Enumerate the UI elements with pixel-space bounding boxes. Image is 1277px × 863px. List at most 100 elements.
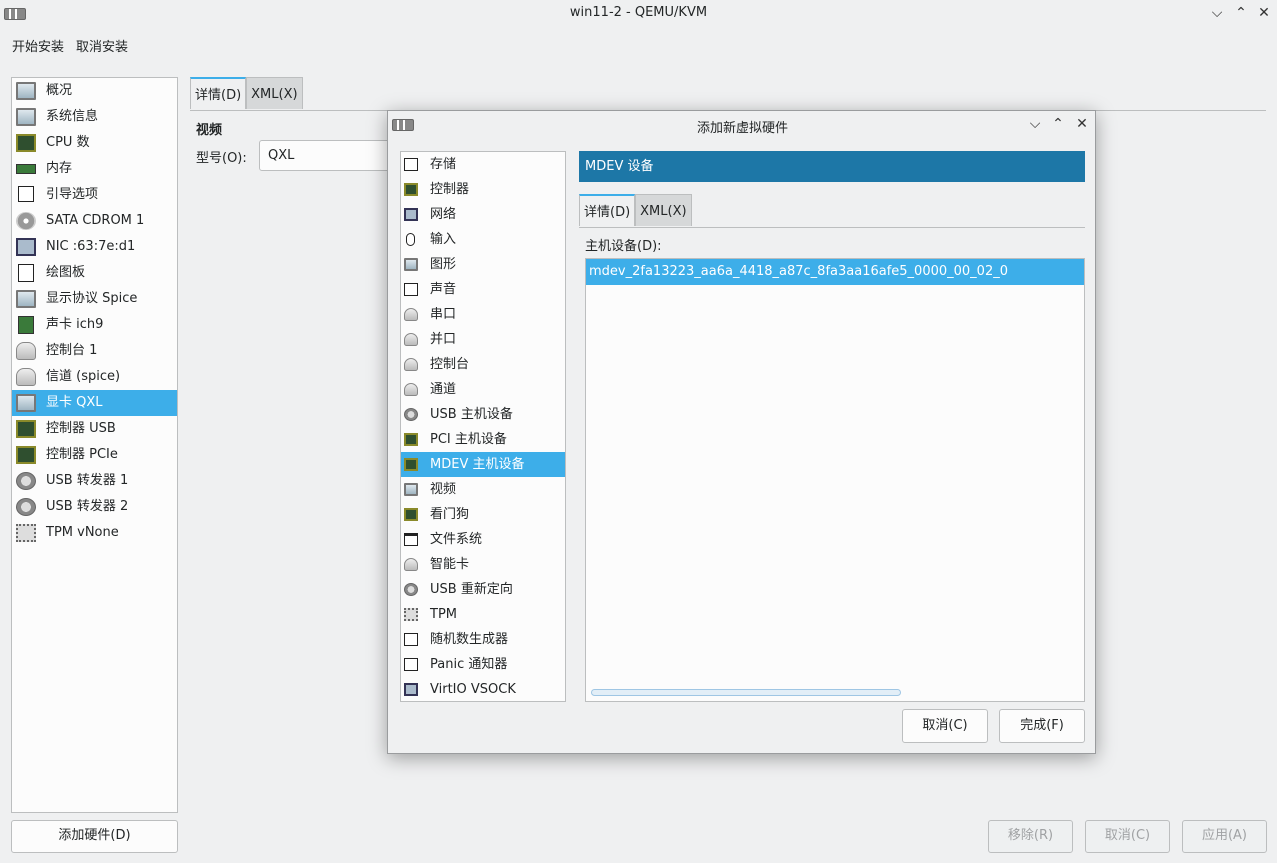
tablet-icon xyxy=(18,264,34,282)
folder-icon xyxy=(404,533,418,546)
dialog-title: 添加新虚拟硬件 xyxy=(696,121,788,136)
model-select[interactable]: QXL xyxy=(259,140,399,171)
hw-item-tpm[interactable]: TPM vNone xyxy=(12,520,177,546)
device-item-usb-redirect[interactable]: USB 重新定向 xyxy=(401,577,565,602)
mdev-icon xyxy=(404,458,418,471)
device-item-smartcard[interactable]: 智能卡 xyxy=(401,552,565,577)
hw-item-cdrom[interactable]: SATA CDROM 1 xyxy=(12,208,177,234)
smartcard-icon xyxy=(404,558,418,571)
serial-icon xyxy=(16,342,36,360)
tpm-icon xyxy=(16,524,36,542)
hw-item-memory[interactable]: 内存 xyxy=(12,156,177,182)
remove-button[interactable]: 移除(R) xyxy=(988,820,1073,853)
menu-cancel-install[interactable]: 取消安装 xyxy=(76,36,128,60)
device-item-input[interactable]: 输入 xyxy=(401,227,565,252)
device-item-pci-host[interactable]: PCI 主机设备 xyxy=(401,427,565,452)
channel-icon xyxy=(404,383,418,396)
hw-item-tablet[interactable]: 绘图板 xyxy=(12,260,177,286)
video-icon xyxy=(16,394,36,412)
dialog-close-icon[interactable]: ✕ xyxy=(1072,114,1092,134)
hw-item-overview[interactable]: 概况 xyxy=(12,78,177,104)
sound-icon xyxy=(404,283,418,296)
controller-icon xyxy=(404,183,418,196)
device-item-network[interactable]: 网络 xyxy=(401,202,565,227)
device-item-filesystem[interactable]: 文件系统 xyxy=(401,527,565,552)
menu-bar: 开始安装 取消安装 xyxy=(0,36,134,60)
device-item-storage[interactable]: 存储 xyxy=(401,152,565,177)
minimize-icon[interactable]: ⌵ xyxy=(1207,3,1227,23)
model-label: 型号(O): xyxy=(196,151,247,166)
pci-icon xyxy=(404,433,418,446)
tab-xml[interactable]: XML(X) xyxy=(246,77,303,109)
dialog-finish-button[interactable]: 完成(F) xyxy=(999,709,1085,743)
device-item-video[interactable]: 视频 xyxy=(401,477,565,502)
device-item-console[interactable]: 控制台 xyxy=(401,352,565,377)
network-icon xyxy=(16,238,36,256)
boot-icon xyxy=(18,186,34,202)
device-item-serial[interactable]: 串口 xyxy=(401,302,565,327)
dialog-tab-xml[interactable]: XML(X) xyxy=(635,194,692,226)
cdrom-icon xyxy=(16,212,36,230)
dialog-maximize-icon[interactable]: ⌃ xyxy=(1048,114,1068,134)
maximize-icon[interactable]: ⌃ xyxy=(1231,3,1251,23)
host-device-list[interactable]: mdev_2fa13223_aa6a_4418_a87c_8fa3aa16afe… xyxy=(585,258,1085,702)
menu-begin-install[interactable]: 开始安装 xyxy=(12,36,64,60)
hw-item-usb-redir-1[interactable]: USB 转发器 1 xyxy=(12,468,177,494)
channel-icon xyxy=(16,368,36,386)
usb-icon xyxy=(404,408,418,421)
rng-icon xyxy=(404,633,418,646)
device-item-graphics[interactable]: 图形 xyxy=(401,252,565,277)
device-item-mdev-host[interactable]: MDEV 主机设备 xyxy=(401,452,565,477)
horizontal-scrollbar[interactable] xyxy=(591,689,901,696)
hw-item-console[interactable]: 控制台 1 xyxy=(12,338,177,364)
video-section-title: 视频 xyxy=(196,123,223,138)
dialog-tab-details[interactable]: 详情(D) xyxy=(579,194,636,226)
hw-item-system-info[interactable]: 系统信息 xyxy=(12,104,177,130)
storage-icon xyxy=(404,158,418,171)
hw-item-controller-usb[interactable]: 控制器 USB xyxy=(12,416,177,442)
hw-item-channel[interactable]: 信道 (spice) xyxy=(12,364,177,390)
console-icon xyxy=(404,358,418,371)
display-icon xyxy=(16,290,36,308)
cpu-icon xyxy=(16,134,36,152)
dialog-cancel-button[interactable]: 取消(C) xyxy=(902,709,988,743)
controller-icon xyxy=(16,420,36,438)
add-hardware-button[interactable]: 添加硬件(D) xyxy=(11,820,178,853)
monitor-icon xyxy=(16,108,36,126)
hw-item-sound[interactable]: 声卡 ich9 xyxy=(12,312,177,338)
hw-item-display-spice[interactable]: 显示协议 Spice xyxy=(12,286,177,312)
device-item-rng[interactable]: 随机数生成器 xyxy=(401,627,565,652)
usb-redirect-icon xyxy=(404,583,418,596)
window-titlebar: win11-2 - QEMU/KVM ⌵ ⌃ ✕ xyxy=(0,0,1277,28)
device-item-vsock[interactable]: VirtIO VSOCK xyxy=(401,677,565,701)
panic-icon xyxy=(404,658,418,671)
device-item-channel[interactable]: 通道 xyxy=(401,377,565,402)
tpm-icon xyxy=(404,608,418,621)
usb-icon xyxy=(16,498,36,516)
apply-button[interactable]: 应用(A) xyxy=(1182,820,1267,853)
hw-item-controller-pcie[interactable]: 控制器 PCIe xyxy=(12,442,177,468)
hw-item-boot[interactable]: 引导选项 xyxy=(12,182,177,208)
tab-details[interactable]: 详情(D) xyxy=(190,77,247,109)
controller-icon xyxy=(16,446,36,464)
device-item-sound[interactable]: 声音 xyxy=(401,277,565,302)
device-item-tpm[interactable]: TPM xyxy=(401,602,565,627)
host-device-label: 主机设备(D): xyxy=(585,239,662,254)
device-item-controller[interactable]: 控制器 xyxy=(401,177,565,202)
device-item-watchdog[interactable]: 看门狗 xyxy=(401,502,565,527)
device-item-panic[interactable]: Panic 通知器 xyxy=(401,652,565,677)
hw-item-usb-redir-2[interactable]: USB 转发器 2 xyxy=(12,494,177,520)
monitor-icon xyxy=(16,82,36,100)
hardware-list: 概况 系统信息 CPU 数 内存 引导选项 SATA CDROM 1 NIC :… xyxy=(11,77,178,813)
dialog-minimize-icon[interactable]: ⌵ xyxy=(1025,114,1045,134)
hw-item-nic[interactable]: NIC :63:7e:d1 xyxy=(12,234,177,260)
cancel-button[interactable]: 取消(C) xyxy=(1085,820,1170,853)
hw-item-video-qxl[interactable]: 显卡 QXL xyxy=(12,390,177,416)
graphics-icon xyxy=(404,258,418,271)
host-device-item[interactable]: mdev_2fa13223_aa6a_4418_a87c_8fa3aa16afe… xyxy=(586,259,1084,285)
hw-item-cpu[interactable]: CPU 数 xyxy=(12,130,177,156)
device-item-parallel[interactable]: 并口 xyxy=(401,327,565,352)
window-title: win11-2 - QEMU/KVM xyxy=(569,5,708,20)
device-item-usb-host[interactable]: USB 主机设备 xyxy=(401,402,565,427)
close-icon[interactable]: ✕ xyxy=(1254,3,1274,23)
